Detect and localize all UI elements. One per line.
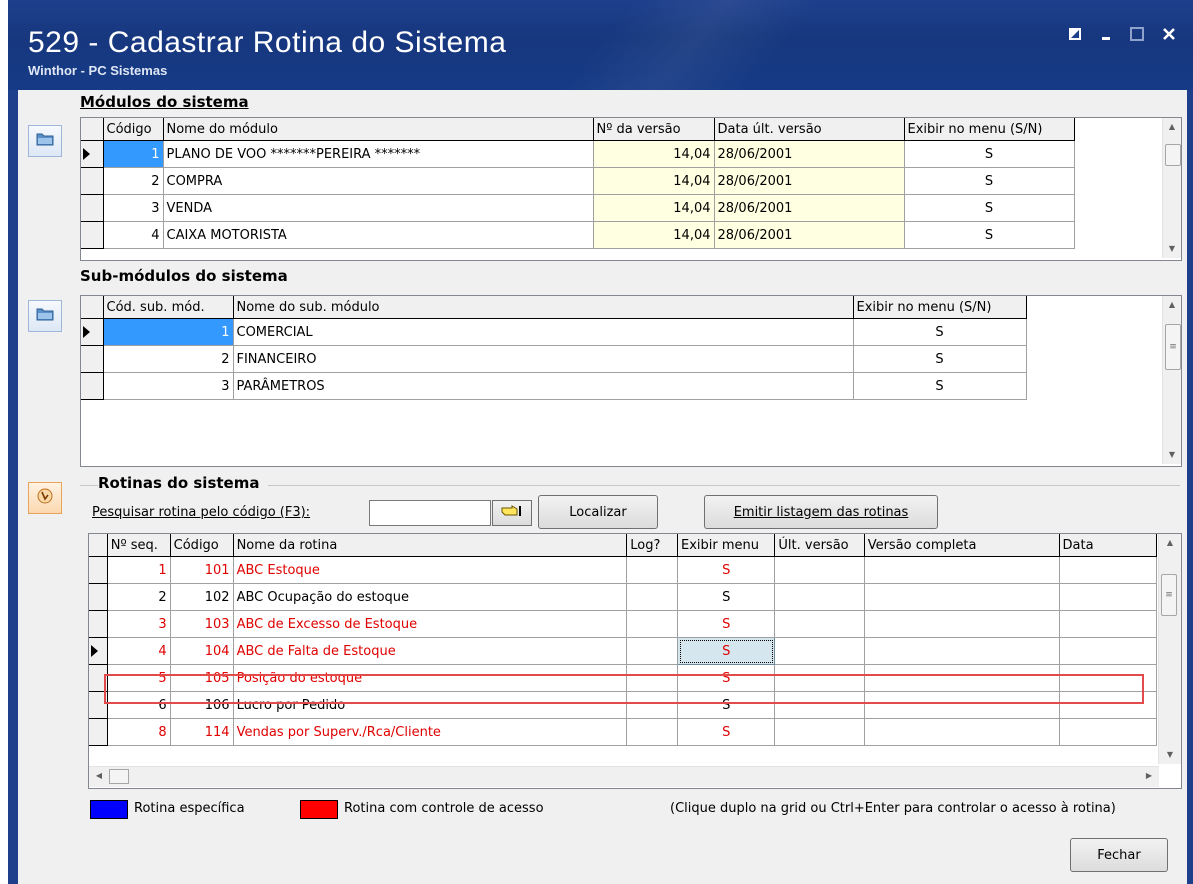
modulos-grid[interactable]: Código Nome do módulo Nº da versão Data … (80, 117, 1182, 261)
row-indicator (81, 372, 104, 400)
row-indicator (89, 556, 108, 584)
legend-rotina-controle: Rotina com controle de acesso (344, 801, 544, 816)
col-seq[interactable]: Nº seq. (107, 534, 171, 557)
scroll-thumb[interactable]: ≡ (1165, 324, 1181, 370)
row-indicator (81, 221, 104, 249)
table-row-selected[interactable]: 4 104 ABC de Falta de Estoque S (89, 637, 1158, 665)
col-nome-sub-modulo[interactable]: Nome do sub. módulo (233, 296, 854, 319)
legend-hint: (Clique duplo na grid ou Ctrl+Enter para… (670, 801, 1116, 816)
highlighted-row-marker (104, 674, 1144, 704)
scroll-down-icon[interactable]: ▼ (1159, 746, 1181, 764)
row-indicator (89, 637, 108, 665)
submodulos-vscroll[interactable]: ▲ ≡ ▼ (1162, 296, 1181, 464)
folder-icon (36, 132, 54, 150)
table-row[interactable]: 2 FINANCEIRO S (81, 345, 1161, 373)
close-icon[interactable] (1158, 26, 1180, 48)
hand-icon (36, 487, 54, 509)
col-log[interactable]: Log? (626, 534, 678, 557)
scroll-up-icon[interactable]: ▲ (1163, 296, 1181, 314)
table-row[interactable]: 8 114 Vendas por Superv./Rca/Cliente S (89, 718, 1158, 746)
focused-cell[interactable]: S (676, 637, 776, 665)
modulos-header: Código Nome do módulo Nº da versão Data … (81, 118, 1161, 141)
col-cod-sub-modulo[interactable]: Cód. sub. mód. (103, 296, 234, 319)
submodulos-grid[interactable]: Cód. sub. mód. Nome do sub. módulo Exibi… (80, 295, 1182, 467)
table-row[interactable]: 3 PARÂMETROS S (81, 372, 1161, 400)
table-row[interactable]: 3 VENDA 14,04 28/06/2001 S (81, 194, 1161, 222)
scroll-up-icon[interactable]: ▲ (1159, 534, 1181, 552)
scroll-down-icon[interactable]: ▼ (1163, 446, 1181, 464)
folder-icon (36, 307, 54, 325)
rotinas-hscroll[interactable]: ◀ ▶ (89, 766, 1159, 787)
row-indicator (81, 167, 104, 195)
modulos-vscroll[interactable]: ▲ ▼ (1162, 118, 1181, 258)
window-title: 529 - Cadastrar Rotina do Sistema (28, 26, 507, 59)
row-indicator (81, 345, 104, 373)
legend-red-swatch (300, 800, 338, 819)
scroll-thumb[interactable]: ≡ (1161, 574, 1177, 616)
row-indicator (89, 718, 108, 746)
rotinas-header: Nº seq. Código Nome da rotina Log? Exibi… (89, 534, 1158, 557)
col-codigo[interactable]: Código (170, 534, 234, 557)
scroll-thumb[interactable] (109, 769, 129, 784)
table-row[interactable]: 1 101 ABC Estoque S (89, 556, 1158, 584)
submodulos-header: Cód. sub. mód. Nome do sub. módulo Exibi… (81, 296, 1161, 319)
col-ult-versao[interactable]: Últ. versão (774, 534, 865, 557)
scroll-up-icon[interactable]: ▲ (1163, 118, 1181, 136)
col-nome-modulo[interactable]: Nome do módulo (163, 118, 594, 141)
table-row[interactable]: 4 CAIXA MOTORISTA 14,04 28/06/2001 S (81, 221, 1161, 249)
col-codigo[interactable]: Código (103, 118, 164, 141)
rotinas-vscroll[interactable]: ▲ ≡ ▼ (1158, 534, 1181, 764)
col-nome-rotina[interactable]: Nome da rotina (233, 534, 628, 557)
col-versao-completa[interactable]: Versão completa (864, 534, 1060, 557)
table-row[interactable]: 2 COMPRA 14,04 28/06/2001 S (81, 167, 1161, 195)
col-data-versao[interactable]: Data últ. versão (714, 118, 905, 141)
legend-blue-swatch (90, 800, 128, 819)
rotinas-access-button[interactable] (28, 482, 62, 514)
current-row-arrow-icon (83, 148, 90, 160)
emitir-listagem-button[interactable]: Emitir listagem das rotinas (704, 495, 938, 529)
row-indicator (89, 583, 108, 611)
restore-icon[interactable] (1064, 26, 1086, 48)
col-data[interactable]: Data (1059, 534, 1158, 557)
title-bar[interactable]: 529 - Cadastrar Rotina do Sistema Wintho… (8, 0, 1193, 90)
rotinas-title: Rotinas do sistema (98, 474, 260, 492)
row-indicator (89, 610, 108, 638)
fechar-button[interactable]: Fechar (1070, 838, 1168, 872)
table-row[interactable]: 3 103 ABC de Excesso de Estoque S (89, 610, 1158, 638)
submodulos-folder-button[interactable] (28, 300, 62, 332)
col-versao[interactable]: Nº da versão (593, 118, 715, 141)
current-row-arrow-icon (83, 326, 90, 338)
search-rotina-label: Pesquisar rotina pelo código (F3): (92, 505, 311, 520)
scroll-right-icon[interactable]: ▶ (1141, 767, 1157, 787)
legend-rotina-especifica: Rotina específica (134, 801, 245, 816)
col-exibir-menu[interactable]: Exibir menu (677, 534, 776, 557)
row-indicator (81, 140, 104, 168)
modulos-title: Módulos do sistema (80, 93, 249, 111)
current-row-arrow-icon (91, 645, 98, 657)
scroll-thumb[interactable] (1165, 144, 1181, 166)
search-rotina-input[interactable] (369, 500, 491, 526)
scroll-down-icon[interactable]: ▼ (1163, 240, 1181, 258)
row-indicator (81, 318, 104, 346)
submodulos-title: Sub-módulos do sistema (80, 267, 288, 285)
localizar-button[interactable]: Localizar (538, 495, 658, 529)
table-row[interactable]: 1 COMERCIAL S (81, 318, 1161, 346)
window-subtitle: Winthor - PC Sistemas (28, 63, 168, 78)
table-row[interactable]: 1 PLANO DE VOO *******PEREIRA ******* 14… (81, 140, 1161, 168)
rotinas-grid[interactable]: Nº seq. Código Nome da rotina Log? Exibi… (88, 533, 1182, 789)
modulos-folder-button[interactable] (28, 125, 62, 157)
col-exibir-menu[interactable]: Exibir no menu (S/N) (853, 296, 1027, 319)
minimize-icon[interactable] (1096, 26, 1118, 48)
maximize-icon[interactable] (1126, 26, 1148, 48)
col-exibir-menu[interactable]: Exibir no menu (S/N) (904, 118, 1075, 141)
search-lookup-button[interactable] (492, 500, 532, 526)
pointing-hand-icon (501, 504, 523, 522)
table-row[interactable]: 2 102 ABC Ocupação do estoque S (89, 583, 1158, 611)
row-indicator (81, 194, 104, 222)
client-area: Módulos do sistema Código Nome do módulo… (18, 90, 1187, 884)
application-window: 529 - Cadastrar Rotina do Sistema Wintho… (0, 0, 1193, 884)
scroll-left-icon[interactable]: ◀ (91, 767, 107, 787)
